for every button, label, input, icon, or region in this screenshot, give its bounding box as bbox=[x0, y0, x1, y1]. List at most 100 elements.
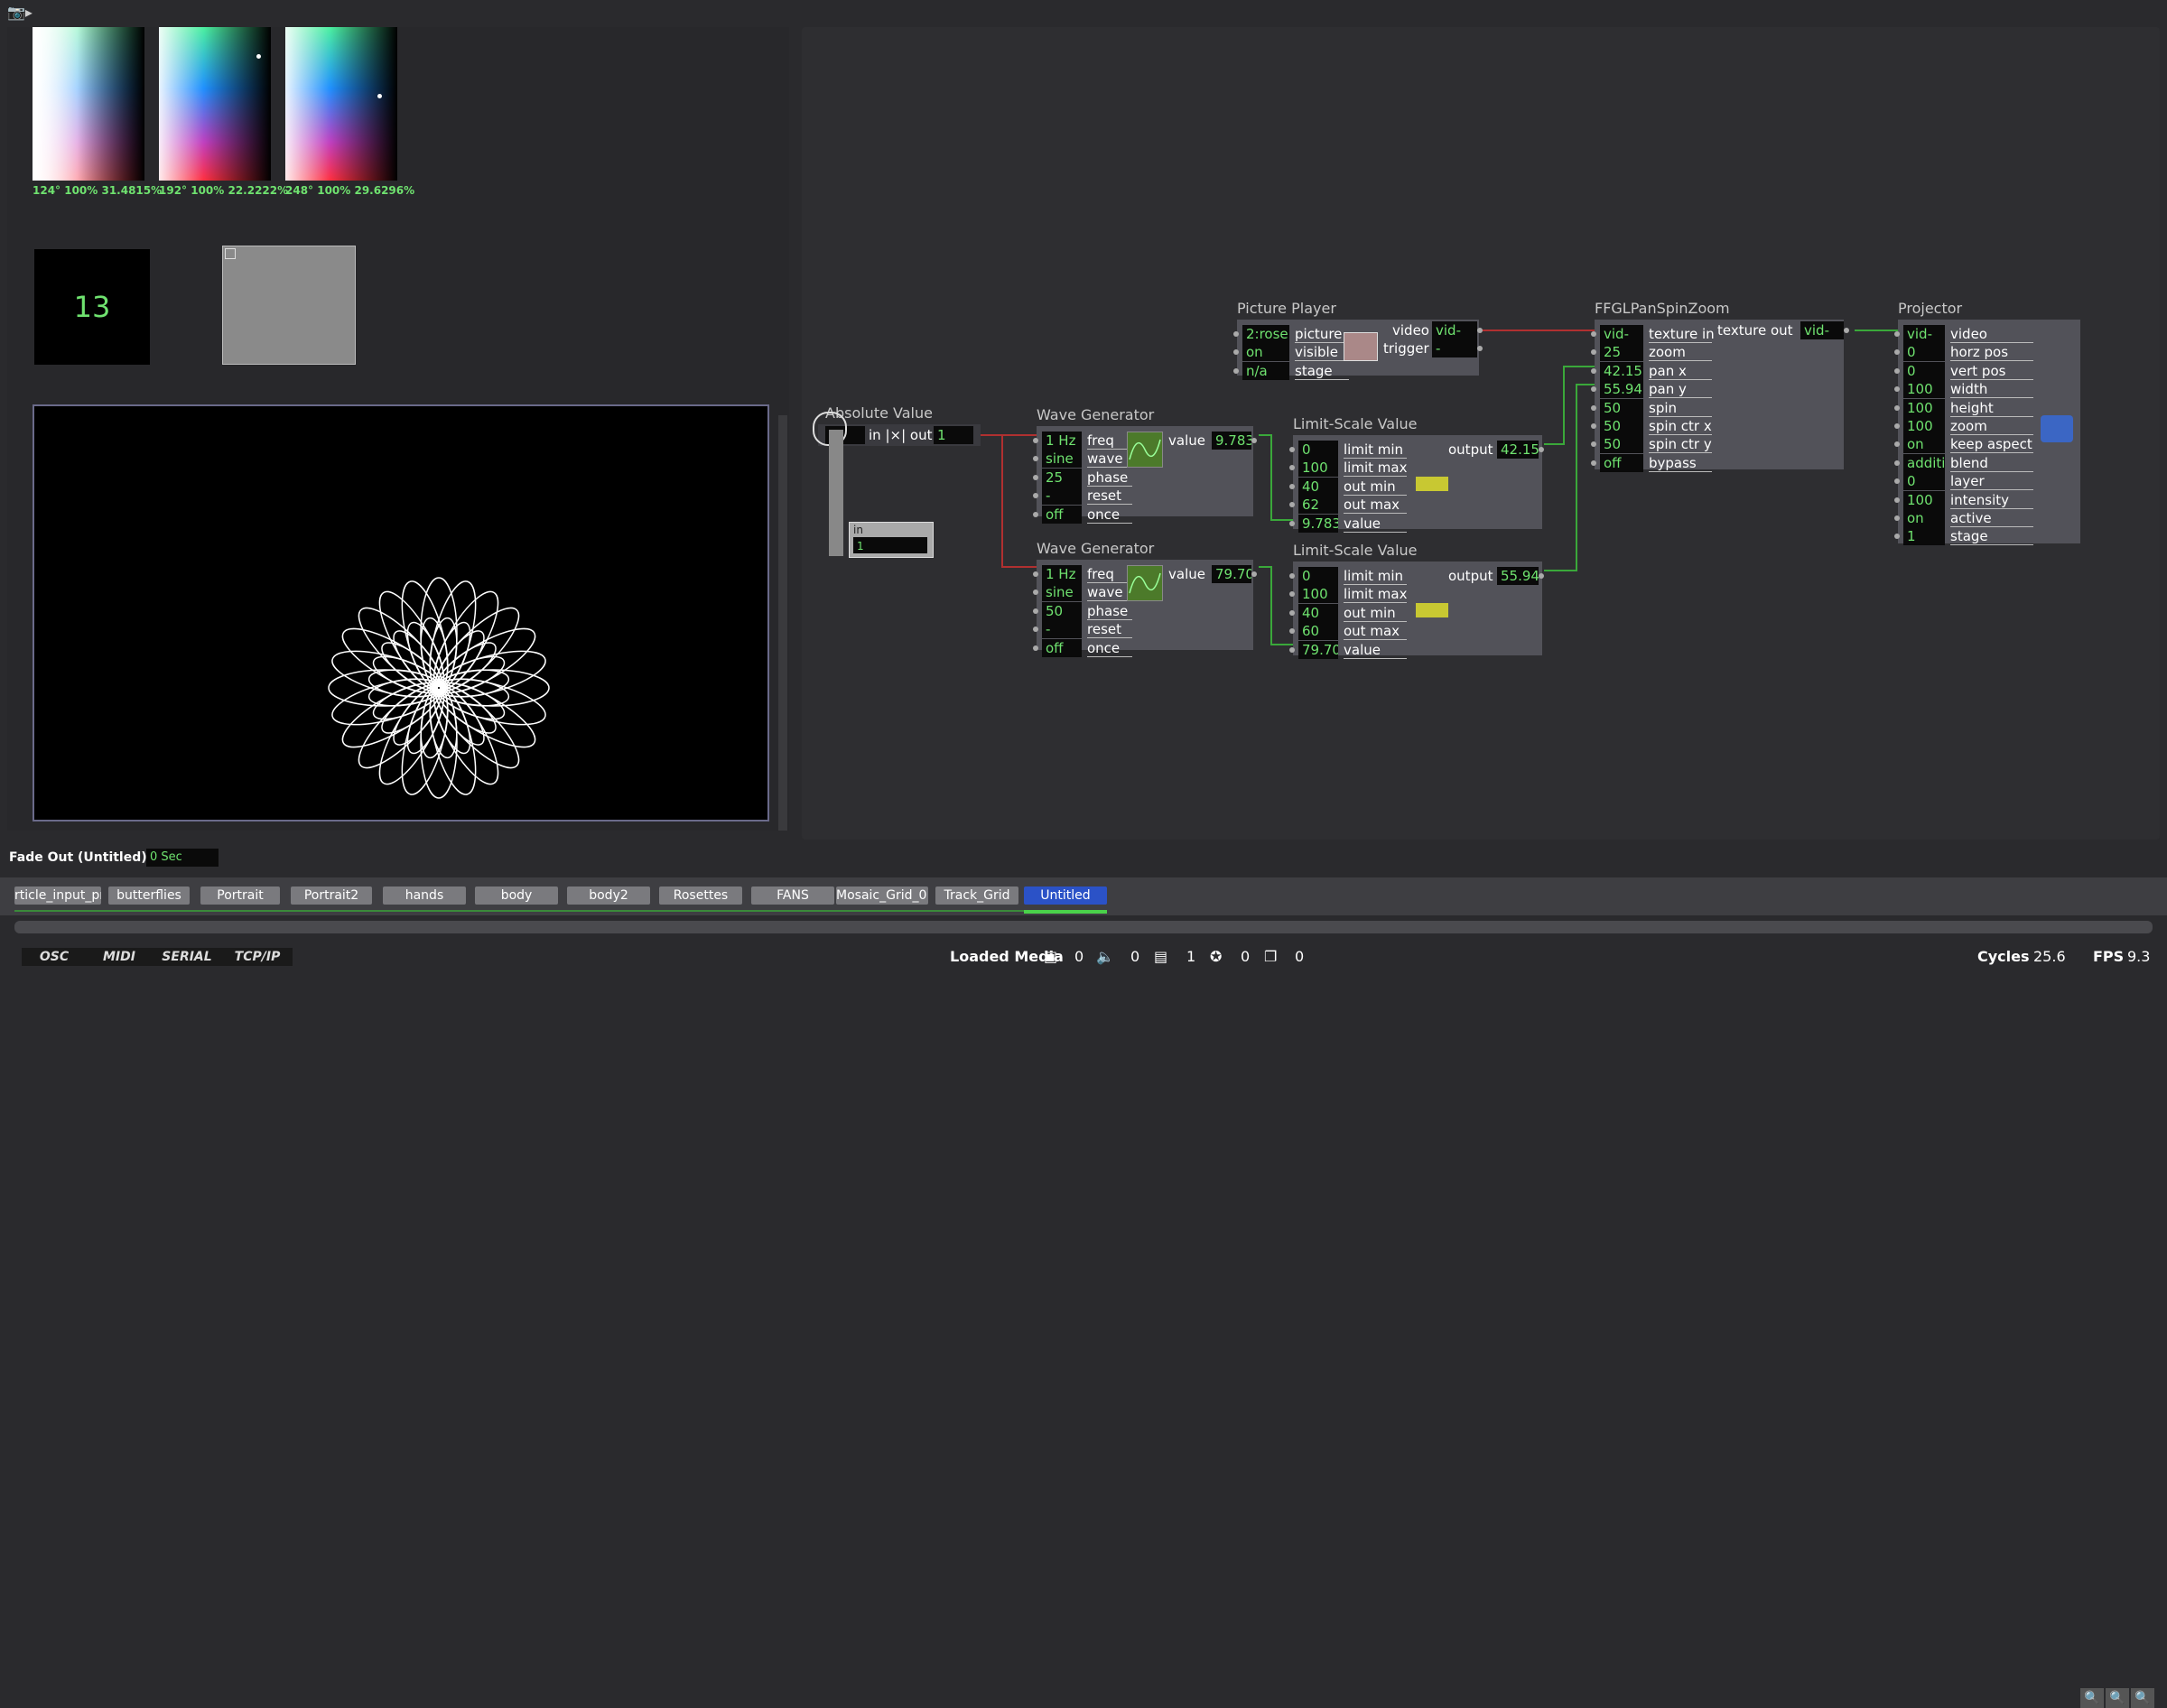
output-port[interactable] bbox=[1251, 438, 1257, 443]
input-port[interactable] bbox=[1591, 386, 1596, 393]
input-value-field[interactable]: 1 Hz bbox=[1042, 432, 1082, 450]
input-port[interactable] bbox=[1033, 571, 1038, 577]
zoom-out-icon[interactable]: 🔍 bbox=[2080, 1688, 2104, 1708]
input-value-field[interactable]: 1 Hz bbox=[1042, 565, 1082, 583]
input-value-field[interactable]: 42.152 bbox=[1600, 361, 1643, 380]
input-port[interactable] bbox=[1289, 447, 1295, 452]
input-port[interactable] bbox=[1894, 534, 1900, 540]
output-port[interactable] bbox=[1477, 328, 1483, 333]
input-value-field[interactable]: vid-gpu bbox=[1600, 325, 1643, 343]
input-port[interactable] bbox=[1233, 367, 1239, 374]
input-port[interactable] bbox=[1591, 367, 1596, 374]
input-port[interactable] bbox=[1289, 465, 1295, 471]
input-value-field[interactable]: 40 bbox=[1298, 603, 1338, 622]
input-value-field[interactable]: 0 bbox=[1298, 567, 1338, 585]
value-popup[interactable]: in 1 bbox=[849, 522, 934, 558]
input-port[interactable] bbox=[1033, 456, 1038, 462]
actor-body[interactable]: 0 limit min 100 limit max 40 out min 60 out max… bbox=[1289, 562, 1544, 659]
output-port[interactable] bbox=[1477, 346, 1483, 351]
input-port[interactable] bbox=[1289, 573, 1295, 579]
slider-track[interactable] bbox=[829, 430, 843, 556]
scene-tab[interactable]: body2 bbox=[567, 886, 650, 905]
input-value-field[interactable]: on bbox=[1903, 509, 1945, 527]
input-port[interactable] bbox=[1894, 386, 1900, 393]
input-port[interactable] bbox=[1894, 349, 1900, 356]
input-port[interactable] bbox=[1289, 646, 1295, 653]
actor-body[interactable]: 0 limit min 100 limit max 40 out min 62 out max… bbox=[1289, 435, 1544, 533]
input-value-field[interactable]: 50 bbox=[1600, 435, 1643, 454]
input-value-field[interactable]: 100 bbox=[1298, 459, 1338, 478]
scene-tab[interactable]: Track_Grid bbox=[935, 886, 1018, 905]
input-port[interactable] bbox=[1033, 474, 1038, 480]
osc-button[interactable]: OSC bbox=[22, 948, 87, 966]
input-value-field[interactable]: 0 bbox=[1903, 343, 1945, 362]
output-port[interactable] bbox=[1251, 571, 1257, 577]
input-port[interactable] bbox=[1591, 331, 1596, 337]
input-value-field[interactable]: 100 bbox=[1903, 490, 1945, 509]
input-value-field[interactable]: 60 bbox=[1298, 622, 1338, 641]
input-value-field[interactable]: 55.941 bbox=[1600, 380, 1643, 399]
input-port[interactable] bbox=[1033, 493, 1038, 499]
input-port[interactable] bbox=[1289, 483, 1295, 489]
input-value-field[interactable]: 50 bbox=[1600, 417, 1643, 435]
actor-body[interactable]: vid-gpu texture in 25 zoom 42.152 pan x 55.941… bbox=[1591, 320, 1849, 472]
input-port[interactable] bbox=[1894, 423, 1900, 429]
input-value-field[interactable]: on bbox=[1242, 343, 1289, 362]
output-value-field[interactable]: vid-gpu bbox=[1800, 321, 1844, 339]
output-value-field[interactable]: - bbox=[1432, 339, 1477, 357]
output-port[interactable] bbox=[1539, 447, 1544, 452]
input-value-field[interactable]: 25 bbox=[1042, 468, 1082, 487]
scene-tab[interactable]: Mosaic_Grid_0: bbox=[836, 886, 928, 905]
tcpip-button[interactable]: TCP/IP bbox=[222, 948, 293, 966]
scene-tab[interactable]: Rosettes bbox=[659, 886, 742, 905]
midi-button[interactable]: MIDI bbox=[87, 948, 152, 966]
input-port[interactable] bbox=[1289, 520, 1295, 526]
zoom-reset-icon[interactable]: 🔍 bbox=[2106, 1688, 2129, 1708]
input-value-field[interactable]: 25 bbox=[1600, 343, 1643, 362]
serial-button[interactable]: SERIAL bbox=[152, 948, 222, 966]
scene-tab[interactable]: body bbox=[475, 886, 558, 905]
input-value-field[interactable]: 0 bbox=[1903, 361, 1945, 380]
input-value-field[interactable]: 100 bbox=[1903, 398, 1945, 417]
input-port[interactable] bbox=[1894, 331, 1900, 337]
input-port[interactable] bbox=[1591, 349, 1596, 356]
input-value-field[interactable]: - bbox=[1042, 487, 1082, 506]
input-value-field[interactable]: on bbox=[1903, 435, 1945, 454]
scene-tab[interactable]: hands bbox=[383, 886, 466, 905]
actor-body[interactable]: 1 Hz freq sine wave 25 phase - reset off once valu… bbox=[1033, 426, 1257, 524]
input-value-field[interactable]: 40 bbox=[1298, 477, 1338, 496]
input-value-field[interactable]: vid-gpu bbox=[1903, 325, 1945, 343]
input-value-field[interactable]: additive bbox=[1903, 453, 1945, 472]
zoom-in-icon[interactable]: 🔍 bbox=[2131, 1688, 2154, 1708]
input-port[interactable] bbox=[1033, 627, 1038, 633]
input-value-field[interactable]: off bbox=[1042, 505, 1082, 524]
scene-tab[interactable]: Portrait2 bbox=[291, 886, 372, 905]
input-port[interactable] bbox=[1289, 628, 1295, 635]
input-port[interactable] bbox=[1591, 459, 1596, 466]
input-value-field[interactable]: 9.783 bbox=[1298, 514, 1338, 533]
actor-title[interactable]: FFGLPanSpinZoom bbox=[1595, 300, 1730, 317]
input-port[interactable] bbox=[1033, 589, 1038, 596]
input-value-field[interactable]: - bbox=[1042, 620, 1082, 639]
formula-icon[interactable] bbox=[1416, 477, 1448, 491]
input-port[interactable] bbox=[1591, 404, 1596, 411]
scene-tab[interactable]: Untitled bbox=[1024, 886, 1107, 905]
popup-value[interactable]: 1 bbox=[853, 537, 927, 553]
formula-icon[interactable] bbox=[1416, 603, 1448, 617]
input-value-field[interactable]: 2:rose bbox=[1242, 325, 1289, 343]
actor-title[interactable]: Limit-Scale Value bbox=[1293, 415, 1418, 432]
input-port[interactable] bbox=[1894, 515, 1900, 521]
output-port[interactable] bbox=[1539, 573, 1544, 579]
input-port[interactable] bbox=[1894, 367, 1900, 374]
scene-tab[interactable]: FANS bbox=[751, 886, 834, 905]
input-port[interactable] bbox=[1894, 441, 1900, 448]
input-port[interactable] bbox=[1033, 645, 1038, 651]
input-port[interactable] bbox=[1591, 423, 1596, 429]
input-value-field[interactable]: 0 bbox=[1298, 441, 1338, 459]
scene-tab[interactable]: Portrait bbox=[200, 886, 280, 905]
input-port[interactable] bbox=[1233, 349, 1239, 356]
actor-title[interactable]: Wave Generator bbox=[1037, 406, 1154, 423]
fade-value-field[interactable]: 0 Sec bbox=[146, 849, 219, 867]
output-value-field[interactable]: 79.708 bbox=[1212, 565, 1251, 583]
output-value-field[interactable]: 55.941 bbox=[1497, 567, 1539, 585]
